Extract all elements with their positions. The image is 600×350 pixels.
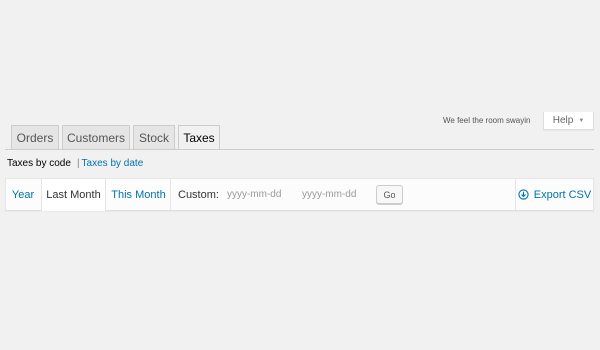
- subnav-current: Taxes by code: [7, 158, 71, 169]
- export-csv-label: Export CSV: [533, 188, 592, 201]
- help-label: Help: [552, 115, 574, 126]
- tab-customers[interactable]: Customers: [62, 125, 130, 149]
- range-this-month[interactable]: This Month: [107, 179, 171, 210]
- subnav-link-taxes-by-date[interactable]: Taxes by date: [82, 158, 144, 169]
- custom-range: Custom: Go: [178, 179, 403, 210]
- custom-label: Custom:: [178, 188, 219, 201]
- help-tab-button[interactable]: Help ▼: [543, 112, 594, 130]
- range-last-month[interactable]: Last Month: [41, 179, 106, 211]
- subnav-separator: |: [76, 158, 80, 169]
- date-range-bar: Year Last Month This Month Custom: Go Ex…: [5, 178, 594, 211]
- end-date-input[interactable]: [298, 185, 371, 204]
- export-csv-button[interactable]: Export CSV: [515, 179, 593, 210]
- download-icon: [518, 189, 529, 200]
- taxes-subnav: Taxes by code | Taxes by date: [7, 157, 143, 170]
- tab-divider: [5, 149, 594, 150]
- report-tabs: Orders Customers Stock Taxes: [11, 125, 220, 150]
- go-button[interactable]: Go: [375, 185, 403, 204]
- caret-down-icon: ▼: [578, 118, 585, 124]
- tab-orders[interactable]: Orders: [11, 125, 59, 149]
- tab-stock[interactable]: Stock: [133, 125, 175, 149]
- start-date-input[interactable]: [223, 185, 296, 204]
- hello-dolly-quote: We feel the room swayin: [443, 116, 531, 125]
- tab-taxes[interactable]: Taxes: [178, 125, 220, 150]
- range-year[interactable]: Year: [6, 179, 40, 210]
